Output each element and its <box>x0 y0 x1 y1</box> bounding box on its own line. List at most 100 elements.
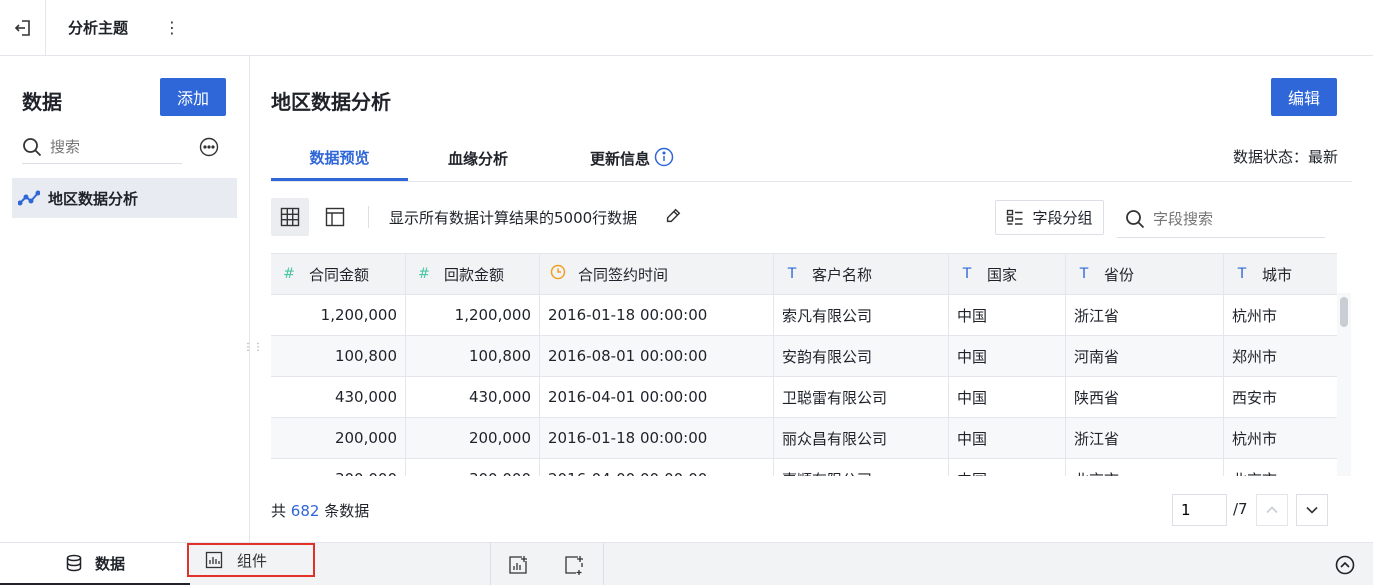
tab-component[interactable]: 组件 <box>187 543 315 577</box>
table-cell: 100,800 <box>271 336 406 376</box>
column-header[interactable]: T 省份 <box>1066 254 1224 294</box>
top-bar: 分析主题 ⋮ <box>0 0 1373 56</box>
sidebar-item-region-analysis[interactable]: 地区数据分析 <box>12 178 237 218</box>
more-vertical-icon[interactable]: ⋮ <box>163 15 181 39</box>
table-cell: 中国 <box>949 459 1066 476</box>
exit-button[interactable] <box>0 0 46 55</box>
chevron-up-circle-icon <box>1335 555 1355 575</box>
grid-view-button[interactable] <box>271 198 309 236</box>
number-field-icon: # <box>283 266 295 282</box>
table-cell: 陕西省 <box>1066 377 1224 417</box>
column-header-label: 客户名称 <box>812 265 873 284</box>
table-cell: 北京市 <box>1224 459 1337 477</box>
column-header[interactable]: T 客户名称 <box>774 254 949 294</box>
tab-lineage[interactable]: 血缘分析 <box>408 136 548 181</box>
page-number-input[interactable] <box>1172 494 1227 526</box>
next-page-button[interactable] <box>1296 494 1328 526</box>
table-row[interactable]: 100,800 100,800 2016-08-01 00:00:00 安韵有限公司中… <box>271 335 1337 376</box>
pencil-icon[interactable] <box>664 207 682 225</box>
row-count-prefix: 共 <box>271 502 287 520</box>
field-search-input[interactable] <box>1153 209 1313 228</box>
add-chart-button[interactable] <box>506 553 530 577</box>
column-header-label: 合同签约时间 <box>578 265 669 284</box>
add-button[interactable]: 添加 <box>160 78 226 116</box>
table-cell: 430,000 <box>406 377 540 417</box>
row-count: 共 682 条数据 <box>271 500 369 521</box>
table-cell: 丽众昌有限公司 <box>774 418 949 458</box>
prev-page-button[interactable] <box>1256 494 1288 526</box>
bottom-divider <box>490 543 491 585</box>
info-icon[interactable] <box>654 147 674 167</box>
bottom-divider <box>603 543 604 585</box>
sidebar-search-input[interactable] <box>50 137 170 156</box>
number-field-icon: # <box>418 266 430 282</box>
add-container-icon <box>565 556 583 575</box>
table-cell: 中国 <box>949 377 1066 417</box>
column-header-label: 合同金额 <box>309 265 370 284</box>
row-count-suffix: 条数据 <box>324 502 370 520</box>
table-cell: 卫聪雷有限公司 <box>774 377 949 417</box>
table-cell: 2016-04-01 00:00:00 <box>540 377 774 417</box>
sidebar-title: 数据 <box>22 90 62 114</box>
field-group-button[interactable]: 字段分组 <box>995 200 1104 235</box>
column-header-label: 城市 <box>1262 265 1293 284</box>
data-sidebar: 数据 添加 地区数据分析 ⋮⋮ <box>0 56 263 542</box>
table-cell: 河南省 <box>1066 336 1224 376</box>
table-cell: 杭州市 <box>1232 306 1278 325</box>
layout-icon <box>325 207 345 227</box>
edit-button[interactable]: 编辑 <box>1271 78 1337 116</box>
search-icon <box>23 137 42 156</box>
table-cell: 西安市 <box>1232 388 1278 407</box>
layout-view-button[interactable] <box>316 198 354 236</box>
chevron-down-icon <box>1306 506 1318 514</box>
field-search <box>1117 200 1325 238</box>
topic-title: 分析主题 <box>68 19 129 37</box>
tab-update-info[interactable]: 更新信息 <box>562 136 702 181</box>
tab-update-info-label: 更新信息 <box>589 150 650 168</box>
column-header[interactable]: T 国家 <box>949 254 1066 294</box>
resize-handle-icon[interactable]: ⋮⋮ <box>243 343 263 364</box>
tab-data-preview[interactable]: 数据预览 <box>271 136 408 181</box>
grid-icon <box>280 207 300 227</box>
clock-icon <box>550 264 566 284</box>
table-row[interactable]: 1,200,000 1,200,000 2016-01-18 00:00:00 索凡有… <box>271 294 1337 335</box>
table-row[interactable]: 430,000 430,000 2016-04-01 00:00:00 卫聪雷有限公司… <box>271 376 1337 417</box>
more-horizontal-icon[interactable] <box>199 137 219 157</box>
table-cell: 1,200,000 <box>406 295 540 335</box>
table-row[interactable]: 200,000 200,000 2016-01-18 00:00:00 丽众昌有限公司… <box>271 417 1337 458</box>
tab-bar: 数据预览 血缘分析 更新信息 <box>271 136 1352 182</box>
table-body: 1,200,000 1,200,000 2016-01-18 00:00:00 索凡有… <box>271 294 1337 476</box>
tab-component-label: 组件 <box>237 551 268 570</box>
column-header[interactable]: T 城市 <box>1224 254 1337 294</box>
table-cell: 北京市 <box>1066 459 1224 476</box>
line-chart-icon <box>18 190 40 206</box>
bottom-bar: 数据 组件 <box>0 542 1373 585</box>
collapse-bottom-button[interactable] <box>1333 553 1357 577</box>
table-row[interactable]: 300,000300,0002016-04-00 00:00:00嘉顺有限公司中… <box>271 458 1337 476</box>
text-field-icon: T <box>1237 266 1247 282</box>
data-status: 数据状态：最新 <box>1232 148 1338 166</box>
tab-data-label: 数据 <box>94 554 125 573</box>
add-chart-icon <box>509 556 527 574</box>
column-header[interactable]: # 回款金额 <box>406 254 540 294</box>
add-container-button[interactable] <box>562 553 586 577</box>
column-header-label: 省份 <box>1104 265 1135 284</box>
column-header-label: 国家 <box>987 265 1018 284</box>
field-group-icon <box>1007 209 1023 225</box>
table-cell: 中国 <box>949 418 1066 458</box>
bar-chart-icon <box>205 551 223 569</box>
column-header[interactable]: 合同签约时间 <box>540 254 774 294</box>
row-count-value: 682 <box>290 502 320 520</box>
scrollbar-thumb[interactable] <box>1340 297 1348 327</box>
database-icon <box>66 554 82 572</box>
chevron-up-icon <box>1266 506 1278 514</box>
column-header[interactable]: # 合同金额 <box>271 254 406 294</box>
table-cell: 中国 <box>949 295 1066 335</box>
table-cell: 浙江省 <box>1066 418 1224 458</box>
table-cell: 2016-04-00 00:00:00 <box>540 459 774 476</box>
tab-data[interactable]: 数据 <box>0 543 190 585</box>
main-panel: 地区数据分析 编辑 数据预览 血缘分析 更新信息 数据状态：最新 显示所有数据计… <box>250 56 1373 542</box>
table-cell: 安韵有限公司 <box>774 336 949 376</box>
search-icon <box>1126 209 1145 228</box>
table-scrollbar[interactable] <box>1337 293 1351 476</box>
